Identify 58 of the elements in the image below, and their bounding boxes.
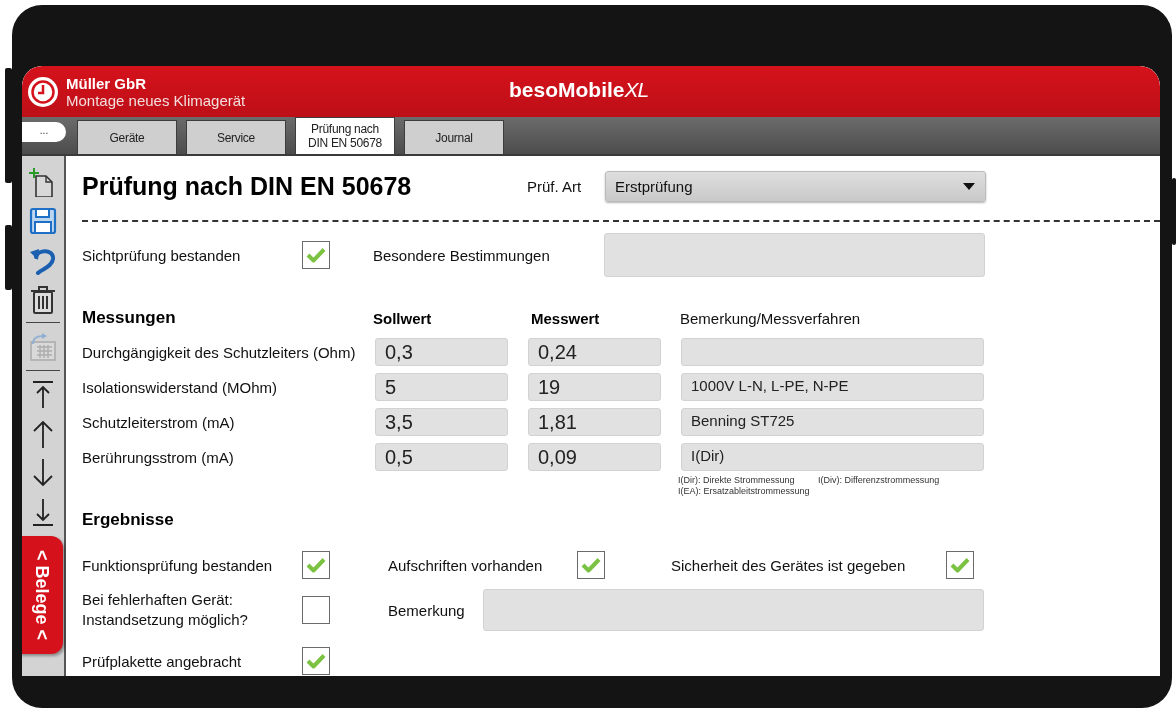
remark-field[interactable]: 1000V L-N, L-PE, N-PE	[681, 373, 984, 401]
tab[interactable]: Prüfung nach DIN EN 50678	[295, 117, 395, 154]
value-field[interactable]: 19	[528, 373, 661, 401]
field-label: Prüf. Art	[527, 177, 583, 195]
legend-text: I(EA): Ersatzableitstrommessung	[678, 486, 811, 497]
legend-text: I(Div): Differenzstrommessung	[818, 475, 941, 486]
legend-text: I(Dir): Direkte Strommessung	[678, 475, 796, 486]
tab[interactable]: Journal	[404, 120, 504, 154]
value-field[interactable]: 0,5	[375, 443, 508, 471]
measurement-label: Isolationswiderstand (MOhm)	[82, 378, 279, 396]
measurement-label: Durchgängigkeit des Schutzleiters (Ohm)	[82, 343, 357, 361]
measurement-label: Berührungsstrom (mA)	[82, 448, 235, 466]
trash-icon[interactable]	[28, 284, 58, 314]
checkbox[interactable]	[946, 551, 974, 579]
section-heading: Ergebnisse	[82, 510, 174, 530]
clock-icon	[27, 75, 59, 108]
checkbox-label: Sicherheit des Gerätes ist gegeben	[671, 556, 907, 574]
dropdown-caret-icon	[963, 182, 975, 190]
tab[interactable]: Service	[186, 120, 286, 154]
value-field[interactable]: 1,81	[528, 408, 661, 436]
text-field[interactable]	[483, 589, 984, 631]
menu-button[interactable]: ...	[22, 122, 66, 142]
checkbox[interactable]	[577, 551, 605, 579]
checkbox[interactable]	[302, 551, 330, 579]
save-icon[interactable]	[28, 206, 58, 236]
belege-tab[interactable]: < Belege <	[22, 536, 63, 654]
checkbox-label: Aufschriften vorhanden	[388, 556, 544, 574]
app-title: besoMobile	[509, 78, 625, 101]
checkbox[interactable]	[302, 241, 330, 269]
job-title: Montage neues Klimagerät	[66, 91, 246, 109]
dropdown-value: Erstprüfung	[615, 177, 693, 195]
app-edition: XL	[624, 78, 649, 101]
page-title: Prüfung nach DIN EN 50678	[82, 171, 413, 201]
value-field[interactable]: 0,09	[528, 443, 661, 471]
value-field[interactable]: 0,24	[528, 338, 661, 366]
column-header: Bemerkung/Messverfahren	[680, 309, 861, 327]
remark-field[interactable]: Benning ST725	[681, 408, 984, 436]
checkbox-label: Bei fehlerhaften Gerät: Instandsetzung möglich?	[82, 590, 249, 630]
checkbox-label: Funktionsprüfung bestanden	[82, 556, 274, 574]
company-name: Müller GbR	[66, 74, 147, 92]
remark-field[interactable]: I(Dir)	[681, 443, 984, 471]
section-heading: Messungen	[82, 308, 177, 328]
checkbox[interactable]	[302, 647, 330, 675]
remark-field[interactable]	[681, 338, 984, 366]
value-field[interactable]: 0,3	[375, 338, 508, 366]
value-field[interactable]: 5	[375, 373, 508, 401]
value-field[interactable]: 3,5	[375, 408, 508, 436]
tab[interactable]: Geräte	[77, 120, 177, 154]
checkbox-label: Prüfplakette angebracht	[82, 652, 243, 670]
column-header: Messwert	[531, 309, 601, 327]
column-header: Sollwert	[373, 309, 433, 327]
type-dropdown[interactable]: Erstprüfung	[605, 170, 986, 202]
field-label: Besondere Bestimmungen	[373, 246, 551, 264]
checkbox-label: Sichtprüfung bestanden	[82, 246, 242, 264]
text-field[interactable]	[604, 233, 985, 277]
measurement-label: Schutzleiterstrom (mA)	[82, 413, 236, 431]
field-label: Bemerkung	[388, 601, 466, 619]
checkbox[interactable]	[302, 596, 330, 624]
